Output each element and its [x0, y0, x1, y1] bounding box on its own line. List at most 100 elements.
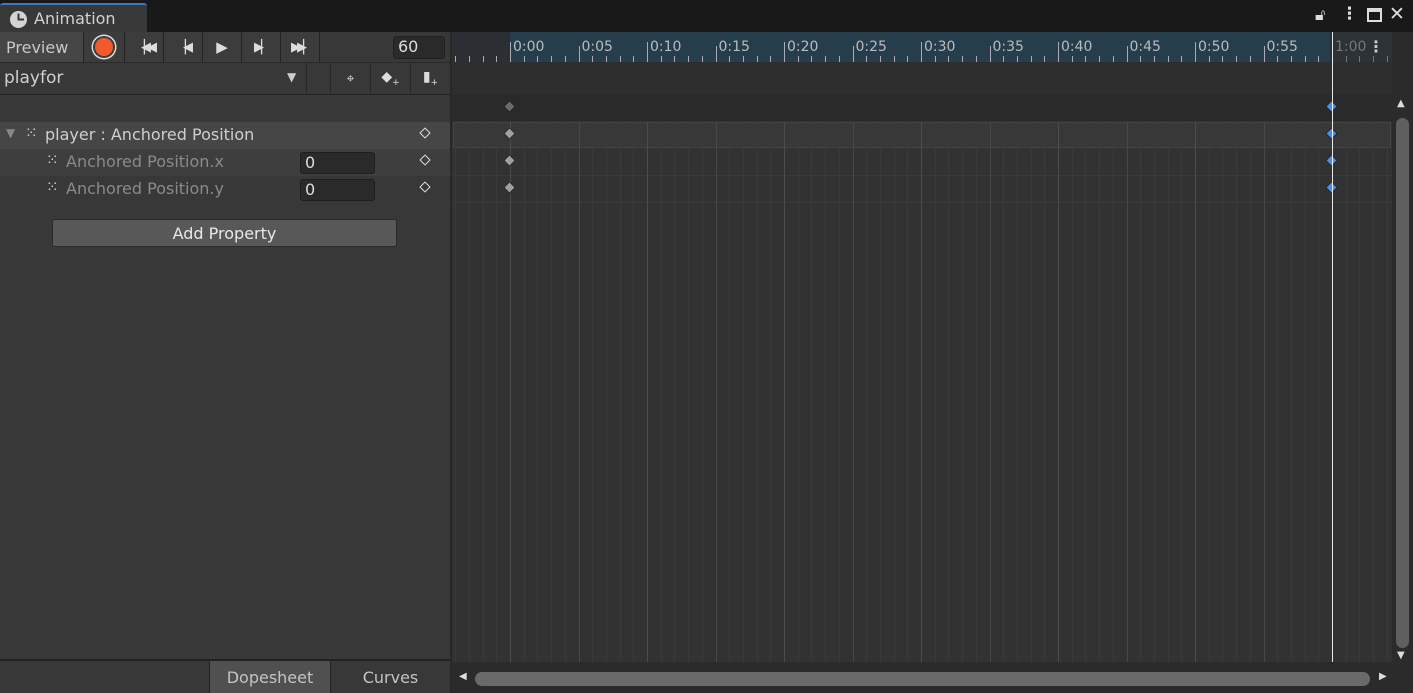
step-forward-icon: ▶▏	[254, 39, 271, 55]
ruler-tick	[729, 56, 731, 62]
tab-dopesheet[interactable]: Dopesheet	[209, 661, 330, 693]
more-options-icon[interactable]: ⋮	[1341, 4, 1358, 24]
keyframe-toggle-icon[interactable]	[419, 154, 431, 166]
grid-line	[1181, 122, 1183, 662]
frame-input[interactable]: 60	[393, 36, 445, 59]
clip-dropdown[interactable]: playfor	[4, 68, 63, 88]
grid-line	[592, 122, 594, 662]
grid-line	[1386, 122, 1388, 662]
ruler-tick	[907, 56, 909, 62]
play-button[interactable]: ▶	[203, 32, 242, 62]
last-keyframe-button[interactable]: ▶▶▏	[281, 32, 320, 62]
vertical-scroll-thumb[interactable]	[1396, 118, 1409, 648]
ruler-tick	[605, 56, 607, 62]
dopesheet-timeline[interactable]: 0:00 0:05 0:10 0:15 0:20 0:25 0:30 0:35 0:40 0:45…	[452, 32, 1392, 662]
keyframe-toggle-icon[interactable]	[419, 127, 431, 139]
playhead[interactable]	[1332, 32, 1333, 662]
ruler-tick	[1044, 56, 1046, 62]
property-value-input[interactable]: 0	[300, 179, 375, 201]
clock-icon	[10, 11, 27, 28]
keyframe-toggle-icon[interactable]	[419, 181, 431, 193]
chevron-down-icon[interactable]: ▼	[287, 70, 296, 84]
event-row[interactable]	[452, 62, 1392, 95]
ruler-tick	[797, 56, 799, 62]
scroll-left-icon[interactable]: ◀	[459, 671, 467, 682]
ruler-tick	[1222, 56, 1224, 62]
ruler-tick	[551, 56, 553, 62]
ruler-tick	[688, 56, 690, 62]
lock-icon[interactable]: 🔓︎	[1315, 5, 1325, 25]
grid-line	[1058, 122, 1059, 662]
close-icon[interactable]: ✕	[1389, 3, 1405, 25]
ruler-tick	[1290, 56, 1292, 62]
transform-icon: ⁙	[25, 124, 38, 142]
first-keyframe-button[interactable]: ▕◀◀	[125, 32, 164, 62]
add-keyframe-button[interactable]: ◆+	[370, 63, 410, 94]
ruler-tick	[825, 56, 827, 62]
ruler-options-icon[interactable]: ⋮	[1368, 37, 1384, 56]
expand-triangle-icon[interactable]: ▼	[6, 126, 15, 140]
keyframe[interactable]	[503, 181, 516, 194]
scroll-up-icon[interactable]: ▲	[1397, 98, 1405, 109]
ruler-label: 0:45	[1129, 39, 1161, 55]
grid-line	[784, 122, 785, 662]
preview-button[interactable]: Preview	[0, 32, 84, 62]
record-icon	[95, 38, 113, 56]
property-row[interactable]: ⁙ Anchored Position.y 0	[0, 176, 450, 203]
grid-line	[482, 122, 484, 662]
grid-line	[1140, 122, 1142, 662]
ruler-tick	[1195, 42, 1196, 62]
horizontal-scroll-thumb[interactable]	[475, 672, 1370, 686]
grid-line	[647, 122, 648, 662]
maximize-icon[interactable]	[1367, 8, 1382, 22]
property-value-input[interactable]: 0	[300, 152, 375, 174]
tab-curves[interactable]: Curves	[330, 661, 450, 693]
grid-line	[1208, 122, 1210, 662]
ruler-label: 0:25	[855, 39, 887, 55]
scroll-down-icon[interactable]: ▼	[1397, 650, 1405, 661]
grid-line	[578, 122, 580, 662]
property-row[interactable]: ⁙ Anchored Position.x 0	[0, 149, 450, 176]
tab-animation[interactable]: Animation	[0, 3, 147, 32]
grid-line	[1222, 122, 1224, 662]
grid-line	[948, 122, 950, 662]
grid-line	[893, 122, 895, 662]
grid-line	[537, 122, 539, 662]
grid-line	[962, 122, 964, 662]
grid-line	[619, 122, 621, 662]
grid-line	[975, 122, 977, 662]
grid-line	[1099, 122, 1101, 662]
ruler-tick	[879, 56, 881, 62]
grid-line	[1112, 122, 1114, 662]
add-event-button[interactable]: ▮+	[410, 63, 450, 94]
grid-line	[1345, 122, 1347, 662]
next-keyframe-button[interactable]: ▶▏	[242, 32, 281, 62]
ruler-tick	[838, 56, 840, 62]
keyframe[interactable]	[503, 154, 516, 167]
add-property-button[interactable]: Add Property	[52, 219, 397, 247]
property-group-row[interactable]: ▼ ⁙ player : Anchored Position	[0, 122, 450, 149]
grid-line	[1003, 122, 1005, 662]
grid-line	[1195, 122, 1196, 662]
grid-line	[879, 122, 881, 662]
ruler-tick	[1249, 56, 1251, 62]
horizontal-scrollbar[interactable]: ◀ ▶	[452, 662, 1413, 693]
ruler-tick	[893, 56, 895, 62]
grid-line	[866, 122, 868, 662]
ruler-tick	[1263, 46, 1265, 62]
filter-by-selection-button[interactable]: ⌖	[330, 63, 370, 94]
ruler-tick	[852, 46, 854, 62]
ruler-tick	[1085, 56, 1087, 62]
ruler-tick	[701, 56, 703, 62]
ruler-tick	[1277, 56, 1279, 62]
time-ruler[interactable]: 0:00 0:05 0:10 0:15 0:20 0:25 0:30 0:35 0:40 0:45…	[452, 32, 1392, 62]
previous-keyframe-button[interactable]: ▕◀	[164, 32, 203, 62]
ruler-tick	[1071, 56, 1073, 62]
record-button[interactable]	[84, 32, 125, 62]
vertical-scrollbar[interactable]: ▲ ▼	[1392, 32, 1413, 662]
scroll-right-icon[interactable]: ▶	[1379, 671, 1387, 682]
view-mode-tabs: Dopesheet Curves	[0, 659, 450, 693]
grid-line	[455, 122, 457, 662]
grid-line	[811, 122, 813, 662]
summary-row	[452, 95, 1392, 121]
